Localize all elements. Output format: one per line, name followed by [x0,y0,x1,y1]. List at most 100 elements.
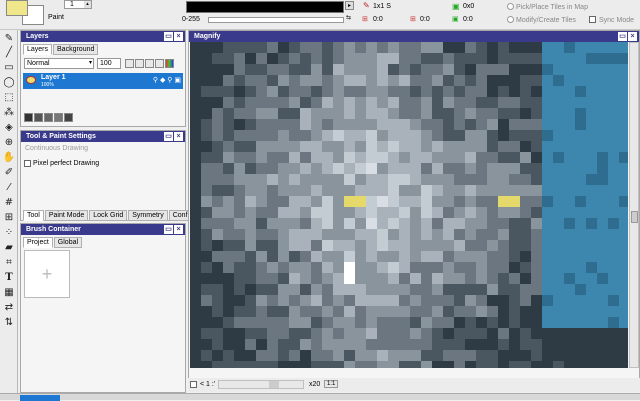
tab-symmetry[interactable]: Symmetry [128,210,168,221]
minimize-icon[interactable]: ▭ [164,132,173,141]
grid-icon[interactable]: # [2,196,16,210]
tab-layers[interactable]: Layers [23,44,53,55]
horizontal-scrollbar[interactable] [218,380,304,389]
ellipse-icon[interactable]: ◯ [2,76,16,90]
pixel-cell [377,262,388,273]
range-slider[interactable] [208,17,344,23]
pixel-cell [542,163,553,174]
pixel-cell [190,262,201,273]
pixel-cell [553,108,564,119]
pixel-cell [454,273,465,284]
pixel-cell [201,350,212,361]
new-layer-icon[interactable] [24,113,33,122]
zoom-icon[interactable]: ⊕ [2,136,16,150]
pixel-perfect-checkbox[interactable] [24,160,31,167]
pixel-cell [476,229,487,240]
close-icon[interactable]: × [174,225,183,234]
fill-icon[interactable]: ◈ [2,121,16,135]
minimize-icon[interactable]: ▭ [164,225,173,234]
pixel-cell [289,152,300,163]
spinner-arrows-icon[interactable]: ▴ [84,1,91,8]
blend-mode-select[interactable]: Normal ▾ [24,58,94,69]
layer-options-icons[interactable]: ⚲ ◆ ⚲ ▣ [153,76,181,84]
pixel-cell [476,152,487,163]
pixel-cell [542,328,553,339]
foreground-color-swatch[interactable] [6,0,28,16]
tab-lock-grid[interactable]: Lock Grid [89,210,128,221]
close-icon[interactable]: × [174,32,183,41]
brush-icon[interactable]: ✐ [2,166,16,180]
layer-mask-icon[interactable] [155,59,164,68]
tab-background[interactable]: Background [53,44,99,55]
close-icon[interactable]: × [174,132,183,141]
stamp-icon[interactable]: ⊞ [2,211,16,225]
pixel-cell [212,86,223,97]
pixel-cell [289,251,300,262]
layer-row[interactable]: Layer 1 100% ⚲ ◆ ⚲ ▣ [23,73,183,89]
layer-settings-icon[interactable] [64,113,73,122]
modify-create-radio[interactable] [507,16,514,23]
text-icon[interactable]: T [2,271,16,285]
pixel-cell [234,163,245,174]
minimize-icon[interactable]: ▭ [164,32,173,41]
eye-icon[interactable] [26,76,36,84]
delete-layer-icon[interactable] [44,113,53,122]
duplicate-layer-icon[interactable] [34,113,43,122]
range-field[interactable] [186,1,344,13]
magnify-checkbox[interactable] [190,381,197,388]
swap-icon[interactable]: ⇄ [2,301,16,315]
scroll-thumb[interactable] [631,211,638,223]
magnify-canvas[interactable] [190,42,628,368]
bottom-tab[interactable] [20,395,60,401]
pixel-cell [278,251,289,262]
minimize-icon[interactable]: ▭ [618,32,627,41]
layer-flip-icon[interactable] [145,59,154,68]
tile-tool-icon[interactable]: ▦ [2,286,16,300]
merge-layer-icon[interactable] [54,113,63,122]
hscroll-thumb[interactable] [269,381,279,388]
pixel-cell [487,185,498,196]
pixel-cell [212,75,223,86]
hex-arrows-icon[interactable]: ⇆ [346,14,351,21]
pixel-cell [355,207,366,218]
spray-icon[interactable]: ⁘ [2,226,16,240]
pixel-cell [564,141,575,152]
tab-tool[interactable]: Tool [23,210,44,221]
pixel-cell [542,141,553,152]
tab-global[interactable]: Global [53,237,83,248]
vertical-scrollbar[interactable] [629,42,639,368]
size-spinner[interactable]: 1 ▴ [64,0,92,9]
hand-icon[interactable]: ✋ [2,151,16,165]
wand-icon[interactable]: ⁂ [2,106,16,120]
pixel-cell [267,361,278,368]
close-icon[interactable]: × [628,32,637,41]
tab-project[interactable]: Project [23,237,53,248]
eraser-icon[interactable]: ▰ [2,241,16,255]
line-icon[interactable]: ╱ [2,46,16,60]
rect-icon[interactable]: ▭ [2,61,16,75]
crop-icon[interactable]: ⌗ [2,256,16,270]
pixel-cell [201,196,212,207]
pencil-icon[interactable]: ✎ [2,32,16,46]
replace-icon[interactable]: ⇅ [2,316,16,330]
pixel-cell [487,130,498,141]
pixel-cell [454,163,465,174]
ratio-button[interactable]: 1:1 [324,380,339,388]
layer-lock-icon[interactable] [125,59,134,68]
layer-color-icon[interactable] [165,59,174,68]
pixel-cell [377,152,388,163]
select-icon[interactable]: ⬚ [2,91,16,105]
tool-settings-titlebar: Tool & Paint Settings ▭ × [21,131,185,142]
sync-mode-checkbox[interactable] [589,16,596,23]
pixel-cell [201,229,212,240]
tab-paint-mode[interactable]: Paint Mode [44,210,89,221]
arrow-icon[interactable]: ▸ [345,1,354,10]
pixel-cell [586,119,597,130]
opacity-field[interactable]: 100 [97,58,121,69]
pixel-cell [421,86,432,97]
pixel-cell [542,229,553,240]
dropper-icon[interactable]: ⁄ [2,181,16,195]
pick-place-radio[interactable] [507,3,514,10]
add-brush-button[interactable]: + [24,250,70,298]
layer-link-icon[interactable] [135,59,144,68]
